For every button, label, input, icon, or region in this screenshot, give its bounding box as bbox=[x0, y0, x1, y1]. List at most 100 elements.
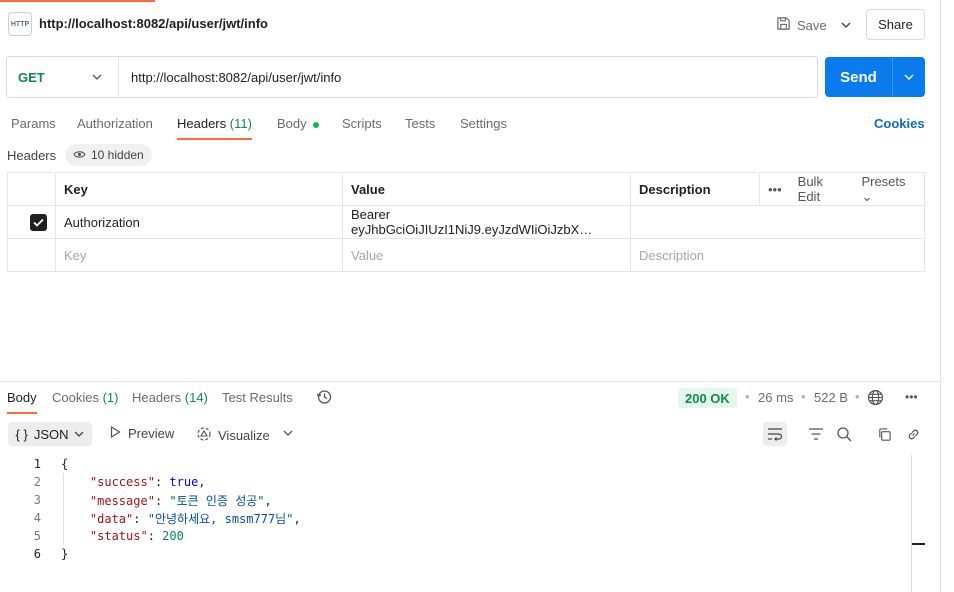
link-icon[interactable] bbox=[901, 422, 925, 446]
response-size[interactable]: 522 B bbox=[814, 390, 848, 405]
preview-button[interactable]: Preview bbox=[110, 425, 174, 441]
visualize-label: Visualize bbox=[218, 428, 270, 443]
code-line: 3 "message": "토큰 인증 성공", bbox=[0, 491, 912, 509]
more-options-icon[interactable]: ••• bbox=[768, 182, 782, 197]
send-button[interactable]: Send bbox=[825, 57, 925, 97]
request-tabs: Params Authorization Headers (11) Body S… bbox=[0, 112, 940, 140]
code-text: "message": "토큰 인증 성공", bbox=[89, 493, 272, 508]
line-number: 4 bbox=[33, 511, 41, 525]
visualize-options-chevron-icon[interactable] bbox=[283, 426, 293, 441]
editor-scrollbar[interactable] bbox=[911, 455, 912, 592]
response-tab-headers-label: Headers bbox=[132, 390, 182, 405]
active-tab-accent bbox=[0, 0, 155, 2]
column-actions: ••• Bulk Edit Presets ⌄ bbox=[759, 172, 925, 206]
right-panel-divider bbox=[940, 0, 941, 592]
line-number: 6 bbox=[33, 547, 41, 561]
send-label: Send bbox=[825, 57, 893, 97]
json-key: "status" bbox=[89, 529, 148, 543]
globe-icon[interactable] bbox=[867, 389, 884, 409]
search-icon[interactable] bbox=[832, 422, 856, 446]
save-options-chevron-icon[interactable] bbox=[836, 12, 856, 38]
new-key-input[interactable]: Key bbox=[55, 238, 343, 272]
tab-headers[interactable]: Headers (11) bbox=[177, 116, 252, 140]
json-value: "토큰 인증 성공" bbox=[169, 493, 265, 508]
row-checkbox-cell bbox=[7, 205, 56, 239]
response-tab-test-results[interactable]: Test Results bbox=[222, 390, 293, 405]
response-time[interactable]: 26 ms bbox=[758, 390, 793, 405]
code-line: 1 { bbox=[0, 455, 912, 473]
save-icon bbox=[776, 16, 791, 34]
headers-table: Key Value Description ••• Bulk Edit Pres… bbox=[7, 172, 925, 272]
save-button[interactable]: Save bbox=[776, 12, 827, 38]
indent-guide bbox=[63, 473, 64, 545]
hidden-count: 10 hidden bbox=[91, 148, 144, 162]
new-value-input[interactable]: Value bbox=[342, 238, 631, 272]
presets-dropdown[interactable]: Presets ⌄ bbox=[861, 174, 916, 205]
tab-authorization[interactable]: Authorization bbox=[77, 116, 153, 131]
tab-settings[interactable]: Settings bbox=[460, 116, 507, 131]
filter-icon[interactable] bbox=[804, 422, 828, 446]
separator-dot: • bbox=[801, 389, 806, 404]
header-key-cell[interactable]: Authorization bbox=[55, 205, 343, 239]
headers-table-header: Key Value Description ••• Bulk Edit Pres… bbox=[7, 172, 925, 206]
tab-params[interactable]: Params bbox=[11, 116, 56, 131]
response-cookies-count: (1) bbox=[102, 390, 119, 405]
url-bar: GET bbox=[6, 56, 818, 98]
response-body-editor[interactable]: 1 { 2 "success": true, 3 "message": "토큰 … bbox=[0, 455, 912, 563]
request-title[interactable]: http://localhost:8082/api/user/jwt/info bbox=[39, 16, 268, 31]
headers-section-label: Headers bbox=[7, 148, 57, 163]
status-badge[interactable]: 200 OK bbox=[678, 388, 737, 408]
new-description-input[interactable]: Description bbox=[630, 238, 925, 272]
code-text: "status": 200 bbox=[89, 529, 184, 543]
response-tab-body[interactable]: Body bbox=[7, 390, 37, 414]
modified-dot-icon bbox=[312, 121, 319, 128]
code-text: } bbox=[61, 547, 69, 561]
code-text: "success": true, bbox=[89, 475, 206, 489]
column-key: Key bbox=[55, 172, 343, 206]
column-value: Value bbox=[342, 172, 631, 206]
scrollbar-marker bbox=[912, 543, 925, 545]
more-options-icon[interactable]: ••• bbox=[905, 390, 918, 404]
cookies-link[interactable]: Cookies bbox=[874, 116, 925, 131]
response-tab-cookies[interactable]: Cookies (1) bbox=[52, 390, 118, 405]
header-check-column bbox=[7, 172, 56, 206]
method-label: GET bbox=[18, 69, 45, 85]
header-value-cell[interactable]: Bearer eyJhbGciOiJIUzI1NiJ9.eyJzdWIiOiJz… bbox=[342, 205, 631, 239]
code-text: "data": "안녕하세요, smsm777님", bbox=[89, 511, 301, 526]
method-select[interactable]: GET bbox=[7, 57, 119, 97]
json-key: "data" bbox=[89, 511, 134, 526]
chevron-down-icon bbox=[92, 70, 102, 85]
checkbox-checked[interactable] bbox=[30, 213, 47, 231]
json-value: true bbox=[169, 475, 199, 489]
wrap-lines-icon[interactable] bbox=[763, 422, 787, 446]
history-icon[interactable] bbox=[316, 389, 332, 408]
line-number: 5 bbox=[33, 529, 41, 543]
bulk-edit-button[interactable]: Bulk Edit bbox=[798, 174, 846, 204]
line-number: 2 bbox=[33, 475, 41, 489]
request-response-divider[interactable] bbox=[0, 381, 940, 382]
column-description: Description bbox=[630, 172, 760, 206]
visualize-button[interactable]: Visualize bbox=[196, 426, 270, 445]
tab-headers-count: (11) bbox=[229, 116, 252, 131]
code-text: { bbox=[61, 457, 69, 471]
visualize-icon bbox=[196, 426, 212, 445]
braces-icon: { } bbox=[15, 426, 28, 442]
header-description-cell[interactable] bbox=[630, 205, 925, 239]
save-label: Save bbox=[797, 17, 827, 33]
response-headers-count: (14) bbox=[184, 390, 208, 405]
line-number: 1 bbox=[33, 457, 41, 471]
response-tab-headers[interactable]: Headers (14) bbox=[132, 390, 208, 405]
play-icon bbox=[110, 425, 121, 441]
share-button[interactable]: Share bbox=[866, 9, 925, 40]
tab-body[interactable]: Body bbox=[277, 116, 319, 131]
send-options-chevron-icon[interactable] bbox=[893, 57, 925, 97]
tab-scripts[interactable]: Scripts bbox=[342, 116, 382, 131]
tab-body-label: Body bbox=[277, 116, 307, 131]
hidden-headers-toggle[interactable]: 10 hidden bbox=[65, 144, 152, 166]
format-select[interactable]: { } JSON bbox=[8, 422, 92, 446]
eye-icon bbox=[73, 148, 86, 162]
copy-icon[interactable] bbox=[872, 422, 896, 446]
url-input[interactable] bbox=[119, 69, 817, 85]
empty-checkbox-cell bbox=[7, 238, 56, 272]
tab-tests[interactable]: Tests bbox=[405, 116, 435, 131]
